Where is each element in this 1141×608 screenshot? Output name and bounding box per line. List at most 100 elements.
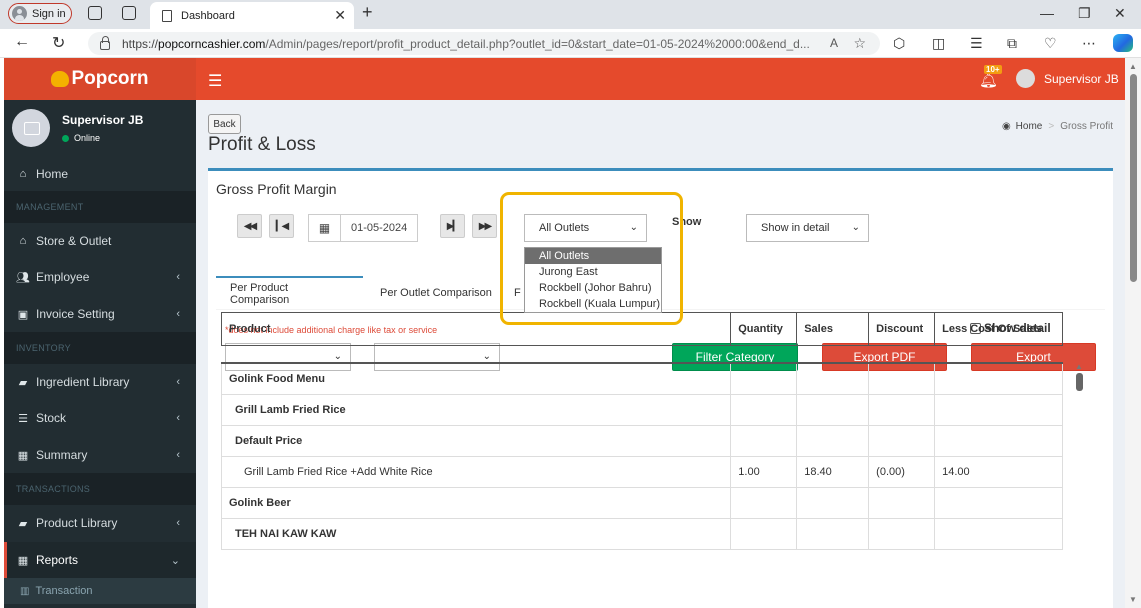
table-row: Grill Lamb Fried Rice +Add White Rice 1.… <box>220 455 1063 488</box>
tab-actions-icon[interactable] <box>122 6 136 20</box>
top-navbar: ☰ 🔔︎ 10+ Supervisor JB <box>196 58 1125 100</box>
cell-less-cost <box>934 362 1063 395</box>
table-scrollbar[interactable]: ▲ <box>1074 362 1084 552</box>
next-period-button[interactable]: ▶▎ <box>440 214 465 238</box>
table-scroll-thumb[interactable] <box>1075 373 1083 391</box>
close-window-icon[interactable]: ✕ <box>1114 5 1126 22</box>
refresh-icon[interactable]: ↻ <box>52 33 65 53</box>
close-tab-icon[interactable]: ✕ <box>334 7 346 24</box>
scroll-up-icon[interactable]: ▲ <box>1074 362 1084 371</box>
sidebar-item-employee[interactable]: 👥︎ Employee ‹ <box>4 259 196 295</box>
header-user-name: Supervisor JB <box>1044 71 1119 86</box>
cell-product: TEH NAI KAW KAW <box>220 517 732 550</box>
hamburger-menu-icon[interactable]: ☰ <box>208 71 222 91</box>
workspaces-icon[interactable] <box>88 6 102 20</box>
first-period-button[interactable]: ◀◀ <box>237 214 262 238</box>
sidebar-item-home[interactable]: ⌂ Home <box>4 156 196 192</box>
dashboard-icon: ◉ <box>1001 121 1011 132</box>
sidebar-item-label: Product Library <box>36 516 118 530</box>
restore-icon[interactable]: ❐ <box>1078 5 1091 22</box>
breadcrumb: ◉ Home > Gross Profit <box>1002 121 1113 132</box>
tab-per-product[interactable]: Per Product Comparison <box>216 276 363 309</box>
cell-discount <box>868 393 936 426</box>
new-tab-icon[interactable]: + <box>362 2 373 23</box>
cell-less-cost <box>934 517 1063 550</box>
chevron-left-icon: ‹ <box>176 412 180 424</box>
back-button[interactable]: Back <box>208 114 241 134</box>
favorites-icon[interactable]: ☰ <box>970 35 983 52</box>
popcorn-logo-icon <box>51 71 70 87</box>
sidebar-item-ingredient-library[interactable]: ▰ Ingredient Library ‹ <box>4 364 196 400</box>
cell-discount: (0.00) <box>868 455 936 488</box>
show-mode-select[interactable]: Show in detail ⌄ <box>746 214 869 242</box>
prev-period-button[interactable]: ▎◀ <box>269 214 294 238</box>
sidebar-item-invoice-setting[interactable]: ▣ Invoice Setting ‹ <box>4 296 196 332</box>
breadcrumb-current: Gross Profit <box>1060 121 1113 132</box>
browser-tab-dashboard[interactable]: Dashboard ✕ <box>150 2 354 29</box>
sidebar-subitem-transaction[interactable]: ▥ Transaction <box>4 578 196 604</box>
extensions-icon[interactable]: ⬡ <box>893 35 905 52</box>
chevron-down-icon: ⌄ <box>170 554 180 567</box>
sidebar-header-transactions: TRANSACTIONS <box>4 473 196 505</box>
chevron-left-icon: ‹ <box>176 517 180 529</box>
cell-sales <box>796 486 870 519</box>
show-mode-value: Show in detail <box>761 222 830 234</box>
cell-less-cost <box>934 424 1063 457</box>
cell-product: Golink Food Menu <box>220 362 732 395</box>
last-period-button[interactable]: ▶▶ <box>472 214 497 238</box>
page-icon <box>162 9 172 22</box>
col-quantity: Quantity <box>730 312 798 346</box>
scroll-down-icon[interactable]: ▼ <box>1125 595 1141 604</box>
cell-less-cost <box>934 486 1063 519</box>
database-icon: ☰ <box>18 412 28 425</box>
users-icon: 👥︎ <box>16 271 30 284</box>
breadcrumb-home[interactable]: Home <box>1016 121 1043 132</box>
back-nav-icon[interactable]: ← <box>14 33 30 51</box>
address-bar-row: ← ↻ https://popcorncashier.com/Admin/pag… <box>0 29 1141 58</box>
more-menu-icon[interactable]: ⋯ <box>1082 35 1096 52</box>
profile-icon <box>12 6 27 21</box>
cell-sales <box>796 517 870 550</box>
sidebar-item-reports[interactable]: ▦ Reports ⌄ <box>4 542 196 578</box>
collections-icon[interactable]: ⧉ <box>1007 35 1017 52</box>
performance-icon[interactable]: ♡ <box>1044 35 1057 52</box>
sidebar-item-label: Employee <box>36 270 90 284</box>
split-screen-icon[interactable]: ◫ <box>932 35 945 52</box>
favorite-star-icon[interactable]: ☆ <box>853 35 866 52</box>
page-scroll-thumb[interactable] <box>1129 74 1137 282</box>
page-title: Profit & Loss <box>208 134 316 155</box>
scroll-up-icon[interactable]: ▲ <box>1125 62 1141 71</box>
online-status: Online <box>62 133 100 143</box>
tab-title: Dashboard <box>181 9 235 22</box>
sidebar-user-name: Supervisor JB <box>62 113 144 127</box>
sidebar-user-panel: Supervisor JB Online <box>4 100 196 156</box>
sidebar-item-product-library[interactable]: ▰ Product Library ‹ <box>4 505 196 541</box>
header-user-menu[interactable]: Supervisor JB <box>1016 69 1119 88</box>
sidebar-item-summary[interactable]: ▦ Summary ‹ <box>4 437 196 473</box>
cell-quantity: 1.00 <box>730 455 798 488</box>
copilot-icon[interactable] <box>1113 34 1133 52</box>
notification-badge: 10+ <box>984 65 1002 74</box>
page-scrollbar[interactable]: ▲ ▼ <box>1125 58 1141 608</box>
cell-quantity <box>730 486 798 519</box>
minimize-icon[interactable]: — <box>1040 5 1054 21</box>
chevron-left-icon: ‹ <box>176 271 180 283</box>
notification-bell-icon[interactable]: 🔔︎ 10+ <box>979 65 1002 89</box>
table-row: TEH NAI KAW KAW <box>220 517 1063 550</box>
browser-signin-button[interactable]: Sign in <box>8 3 72 24</box>
chevron-down-icon: ⌄ <box>333 351 342 362</box>
brand-logo[interactable]: Popcorn <box>4 58 196 100</box>
main-content: Back Profit & Loss ◉ Home > Gross Profit… <box>196 100 1125 608</box>
tab-per-outlet[interactable]: Per Outlet Comparison <box>366 276 506 309</box>
date-picker[interactable]: ▦ 01-05-2024 <box>308 214 418 242</box>
online-status-text: Online <box>74 133 101 143</box>
bank-icon: ⌂ <box>19 235 27 247</box>
url-field[interactable]: https://popcorncashier.com/Admin/pages/r… <box>88 32 880 55</box>
sidebar-item-label: Home <box>36 167 69 181</box>
read-aloud-icon[interactable]: A <box>830 36 838 50</box>
sidebar-item-store-outlet[interactable]: ⌂ Store & Outlet <box>4 223 196 259</box>
cell-less-cost <box>934 393 1063 426</box>
sidebar-item-stock[interactable]: ☰ Stock ‹ <box>4 400 196 436</box>
highlight-annotation <box>500 192 683 325</box>
cell-product: Grill Lamb Fried Rice +Add White Rice <box>220 455 732 488</box>
